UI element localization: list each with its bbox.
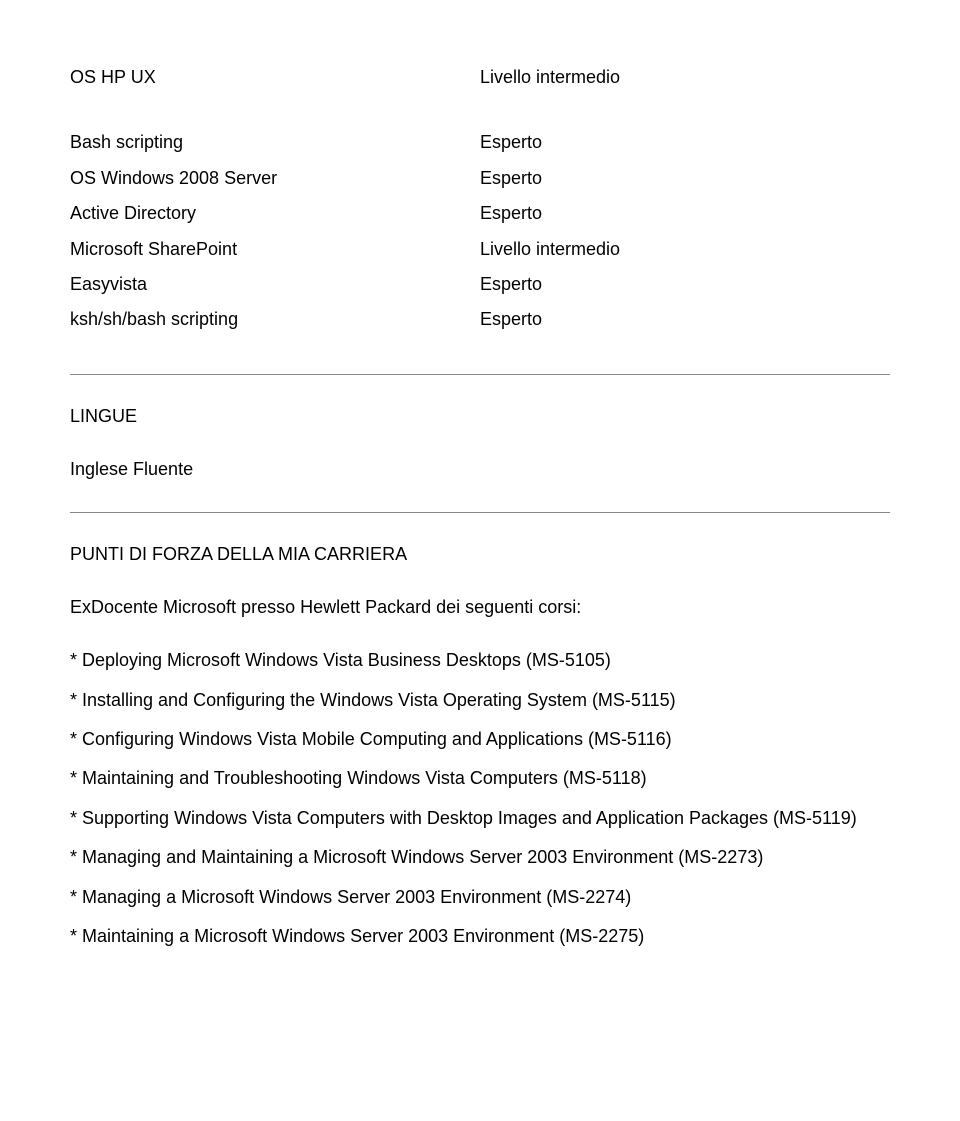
languages-heading: LINGUE bbox=[70, 405, 890, 428]
table-row: Microsoft SharePoint Livello intermedio bbox=[70, 232, 890, 267]
skill-name: Microsoft SharePoint bbox=[70, 232, 480, 267]
course-list: * Deploying Microsoft Windows Vista Busi… bbox=[70, 649, 890, 948]
skill-level: Esperto bbox=[480, 267, 890, 302]
skill-name: ksh/sh/bash scripting bbox=[70, 302, 480, 337]
table-row: Easyvista Esperto bbox=[70, 267, 890, 302]
list-item: * Maintaining a Microsoft Windows Server… bbox=[70, 925, 890, 948]
list-item: * Managing and Maintaining a Microsoft W… bbox=[70, 846, 890, 869]
skill-name: Active Directory bbox=[70, 196, 480, 231]
list-item: * Installing and Configuring the Windows… bbox=[70, 689, 890, 712]
list-item: * Managing a Microsoft Windows Server 20… bbox=[70, 886, 890, 909]
table-row: OS Windows 2008 Server Esperto bbox=[70, 161, 890, 196]
skill-level: Esperto bbox=[480, 125, 890, 160]
list-item: * Configuring Windows Vista Mobile Compu… bbox=[70, 728, 890, 751]
skill-level: Livello intermedio bbox=[480, 232, 890, 267]
table-row: ksh/sh/bash scripting Esperto bbox=[70, 302, 890, 337]
skill-name: OS Windows 2008 Server bbox=[70, 161, 480, 196]
table-row: Bash scripting Esperto bbox=[70, 125, 890, 160]
skill-name: OS HP UX bbox=[70, 60, 480, 95]
skill-name: Bash scripting bbox=[70, 125, 480, 160]
table-row: OS HP UX Livello intermedio bbox=[70, 60, 890, 95]
skill-level: Esperto bbox=[480, 302, 890, 337]
skill-level: Livello intermedio bbox=[480, 60, 890, 95]
language-entry: Inglese Fluente bbox=[70, 458, 890, 481]
list-item: * Deploying Microsoft Windows Vista Busi… bbox=[70, 649, 890, 672]
skill-name: Easyvista bbox=[70, 267, 480, 302]
section-divider bbox=[70, 374, 890, 375]
list-item: * Supporting Windows Vista Computers wit… bbox=[70, 807, 890, 830]
skill-level: Esperto bbox=[480, 161, 890, 196]
table-row: Active Directory Esperto bbox=[70, 196, 890, 231]
section-divider bbox=[70, 512, 890, 513]
skill-level: Esperto bbox=[480, 196, 890, 231]
list-item: * Maintaining and Troubleshooting Window… bbox=[70, 767, 890, 790]
skills-table: OS HP UX Livello intermedio Bash scripti… bbox=[70, 60, 890, 338]
career-heading: PUNTI DI FORZA DELLA MIA CARRIERA bbox=[70, 543, 890, 566]
career-intro: ExDocente Microsoft presso Hewlett Packa… bbox=[70, 596, 890, 619]
